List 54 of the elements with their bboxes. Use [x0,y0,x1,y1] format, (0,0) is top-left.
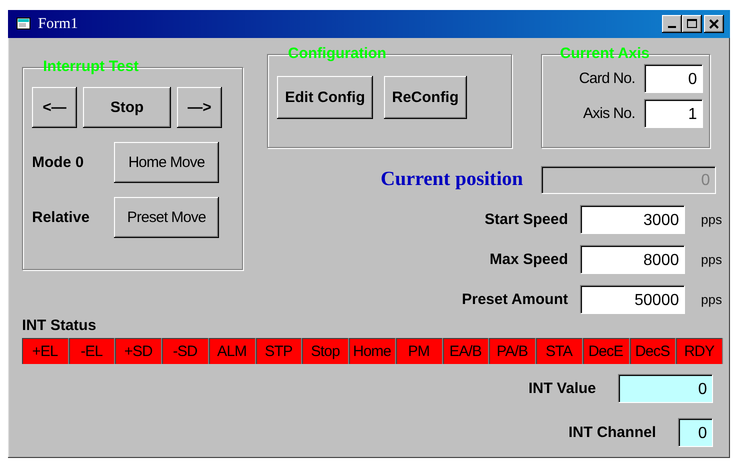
field-label: INT Channel [568,424,656,440]
maximize-icon [687,19,697,29]
status-flag: DecE [582,338,629,364]
status-flag: +EL [22,338,68,364]
mode-label: Mode 0 [32,154,85,171]
group-title: Configuration [287,45,388,62]
status-label: INT Status [22,317,98,334]
input-field[interactable]: 1 [644,99,702,127]
config-button[interactable]: ReConfig [384,76,467,119]
status-flag: -EL [68,338,114,364]
status-flag: DecS [630,338,676,364]
value-field[interactable]: 0 [618,374,712,402]
input-field[interactable]: 0 [644,64,702,92]
window-title: Form1 [38,16,80,32]
right-arrow-button[interactable]: —> [177,87,222,128]
group-title: Interrupt Test [42,58,140,75]
field-label: Max Speed [490,250,568,268]
status-flag: STA [536,338,582,364]
close-button[interactable] [704,15,724,33]
status-flag: PA/B [489,338,536,364]
input-field[interactable]: 3000 [580,205,684,233]
minimize-button[interactable] [662,15,682,33]
status-flag: -SD [162,338,208,364]
unit-label: pps [700,252,722,266]
mode-label: Relative [32,209,91,226]
status-flag: EA/B [442,338,488,364]
field-label: Card No. [578,70,635,86]
stop-button[interactable]: Stop [83,87,171,128]
field-label: Axis No. [583,104,635,122]
input-field[interactable]: 50000 [580,285,684,313]
input-field[interactable]: 8000 [580,245,684,273]
status-flag: Stop [302,338,348,364]
left-arrow-button[interactable]: <— [32,87,77,128]
unit-label: pps [700,292,722,306]
field-label: Start Speed [484,210,568,228]
status-flag: Home [349,338,395,364]
maximize-button[interactable] [682,15,702,33]
minimize-icon [668,26,676,28]
form-icon [16,17,32,31]
status-flag: RDY [676,338,722,364]
unit-label: pps [700,212,722,226]
field-label: INT Value [528,380,596,396]
move-button[interactable]: Home Move [114,142,219,183]
status-flag: +SD [115,338,162,364]
status-flag: STP [256,338,302,364]
field-label: Preset Amount [462,290,568,308]
move-button[interactable]: Preset Move [114,197,219,238]
status-flag: ALM [208,338,255,364]
status-flag: PM [396,338,442,364]
group-title: Current Axis [559,45,650,62]
config-button[interactable]: Edit Config [277,76,373,119]
close-icon [709,19,719,29]
position-label: Current position [380,168,523,191]
channel-field[interactable]: 0 [678,418,712,446]
